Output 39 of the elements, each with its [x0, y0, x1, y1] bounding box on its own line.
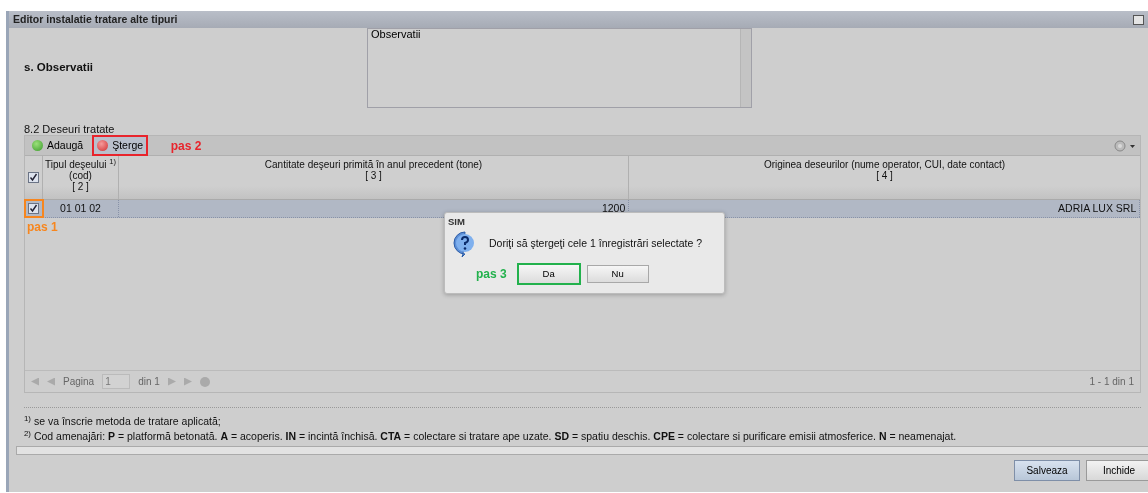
settings-icon[interactable] — [1114, 137, 1136, 154]
dialog-button[interactable]: Da — [516, 263, 581, 286]
step-label: pas 3 — [476, 266, 507, 284]
step-label: pas 1 — [27, 220, 58, 234]
dialog-button[interactable]: Nu — [586, 265, 649, 284]
column-header[interactable]: Originea deseurilor (nume operator, CUI, date contact) [ 4 ] — [629, 156, 1140, 199]
toolbar-button[interactable]: Şterge — [92, 134, 149, 157]
horizontal-scrollbar[interactable] — [16, 446, 1148, 455]
paging-summary: 1 - 1 din 1 — [1089, 375, 1134, 389]
observations-field[interactable]: Observatii — [367, 28, 752, 108]
remove-icon — [97, 140, 109, 151]
window-title: Editor instalatie tratare alte tipuri — [13, 11, 178, 27]
footnote: $^{2)}$ Cod amenajări: P = platformă betonată. A = acoperis. IN = incintă închisă. CTA = colectare si tratare ape uzate. SD = spatiu deschis. CPE = colectare si purificare emisii atmosferice. N = neamenajat. — [24, 429, 958, 444]
table-cell-text: ADRIA LUX SRL — [1058, 200, 1137, 216]
page-count: din 1 — [138, 375, 160, 389]
previous-page-icon[interactable] — [47, 377, 55, 386]
question-icon — [453, 231, 477, 258]
toolbar-button[interactable]: Adaugă — [29, 136, 87, 155]
column-header[interactable]: Tipul deşeului $^{1)}$ (cod) [ 2 ] — [43, 156, 119, 199]
dialog-button[interactable]: Inchide — [1086, 459, 1148, 481]
page-label: Pagina — [63, 375, 95, 389]
field-label: s. Observatii — [24, 60, 95, 76]
table-cell-text: 01 01 02 — [60, 200, 101, 216]
step-label: pas 2 — [170, 137, 202, 155]
add-icon — [32, 140, 43, 151]
dialog-message: Doriţi să ştergeţi cele 1 înregistrări selectate ? — [489, 236, 702, 252]
last-page-icon[interactable] — [183, 377, 192, 386]
section-title: 8.2 Deseuri tratate — [24, 123, 116, 135]
column-header[interactable]: Cantitate deşeuri primită în anul precedent (tone) [ 3 ] — [119, 156, 629, 199]
footnote: $^{1)}$ se va înscrie metoda de tratare aplicată; — [24, 414, 222, 429]
field-scrollbar[interactable] — [740, 29, 751, 107]
first-page-icon[interactable] — [31, 377, 39, 386]
checkbox[interactable] — [28, 172, 39, 183]
dialog-button[interactable]: Salveaza — [1014, 459, 1080, 481]
checkbox[interactable] — [28, 203, 39, 214]
restore-icon[interactable] — [1133, 14, 1144, 25]
table-cell-text: 1200 — [601, 200, 626, 216]
dialog-title: SIM — [447, 215, 466, 229]
next-page-icon[interactable] — [167, 377, 176, 386]
